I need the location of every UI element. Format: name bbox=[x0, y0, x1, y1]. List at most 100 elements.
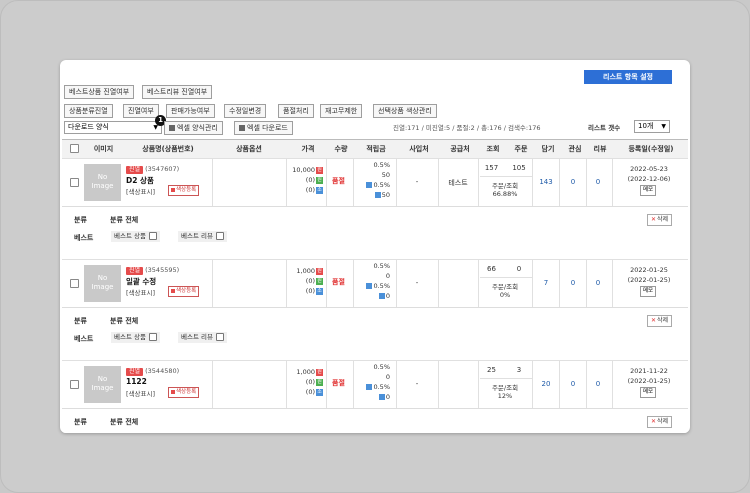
product-thumbnail[interactable]: No Image bbox=[84, 366, 121, 403]
unlimited-stock-button[interactable]: 재고무제한 bbox=[320, 104, 363, 118]
price-mini-icon[interactable]: 원 bbox=[316, 166, 323, 174]
category-value: 분류 전체 bbox=[110, 317, 139, 325]
sale-available-button[interactable]: 판매가능여부 bbox=[166, 104, 215, 118]
col-divider bbox=[212, 360, 213, 408]
no-image-text: Image bbox=[91, 182, 114, 190]
delete-label: 삭제 bbox=[657, 418, 669, 425]
header-reg-date: 등록일(수정일) bbox=[628, 145, 674, 153]
no-image-text: No bbox=[97, 375, 108, 383]
row-settings: 분류 분류 전체 ✕삭제 베스트 베스트 상품 베스트 리뷰 bbox=[62, 206, 688, 252]
price-mini-icon[interactable]: 소 bbox=[316, 186, 323, 194]
price-mini-icon[interactable]: 원 bbox=[316, 368, 323, 376]
color-register-button[interactable]: 색상등록 bbox=[168, 286, 200, 297]
price-mini-icon[interactable]: 원 bbox=[316, 277, 323, 285]
points-cell: 0.5% 0 0.5% 0 bbox=[356, 261, 390, 301]
best-review-toggle[interactable]: 베스트 리뷰 bbox=[178, 332, 227, 343]
price-value: 1,000 bbox=[296, 368, 315, 376]
qty-soldout: 품절 bbox=[332, 379, 345, 387]
cell-divider bbox=[480, 176, 532, 177]
wish-count-link[interactable]: 0 bbox=[560, 279, 586, 287]
header-price: 가격 bbox=[301, 145, 315, 153]
price-mini-icon[interactable]: 원 bbox=[316, 267, 323, 275]
price-sub-b: (0) bbox=[305, 186, 315, 194]
point-icon bbox=[366, 384, 373, 390]
best-product-label: 베스트 상품 bbox=[114, 232, 146, 240]
product-meta: 진열 (3547607) bbox=[126, 165, 179, 174]
best-product-checkbox[interactable] bbox=[148, 232, 157, 240]
review-count-link[interactable]: 0 bbox=[586, 178, 610, 186]
best-review-checkbox[interactable] bbox=[215, 232, 224, 240]
wish-count-link[interactable]: 0 bbox=[560, 380, 586, 388]
row-checkbox[interactable] bbox=[70, 380, 79, 389]
product-number: (3547607) bbox=[145, 165, 180, 173]
col-divider bbox=[286, 259, 287, 307]
product-name-link[interactable]: D2 상품 bbox=[126, 175, 154, 186]
product-meta: 진열 (3545595) bbox=[126, 266, 179, 275]
best-product-display-button[interactable]: 베스트상품 진열여부 bbox=[64, 85, 135, 99]
list-count-label: 리스트 갯수 bbox=[588, 124, 621, 132]
cart-count-link[interactable]: 7 bbox=[533, 279, 559, 287]
memo-button[interactable]: 메모 bbox=[640, 185, 657, 196]
row-checkbox[interactable] bbox=[70, 279, 79, 288]
best-product-toggle[interactable]: 베스트 상품 bbox=[111, 332, 160, 343]
product-name-link[interactable]: 1122 bbox=[126, 377, 147, 386]
best-label: 베스트 bbox=[74, 234, 94, 242]
cart-count-link[interactable]: 20 bbox=[533, 380, 559, 388]
product-thumbnail[interactable]: No Image bbox=[84, 164, 121, 201]
excel-download-button[interactable]: 엑셀 다운로드 bbox=[234, 121, 293, 135]
best-review-toggle[interactable]: 베스트 리뷰 bbox=[178, 231, 227, 242]
review-count-link[interactable]: 0 bbox=[586, 380, 610, 388]
color-register-button[interactable]: 색상등록 bbox=[168, 185, 200, 196]
point-value-2: 0 bbox=[385, 393, 390, 401]
point-percent-2: 0.5% bbox=[373, 181, 390, 189]
list-setting-button[interactable]: 리스트 항목 설정 bbox=[584, 70, 672, 84]
col-divider bbox=[438, 360, 439, 408]
header-cart: 담기 bbox=[541, 145, 555, 153]
delete-button[interactable]: ✕삭제 bbox=[647, 416, 673, 428]
change-mod-date-button[interactable]: 수정일변경 bbox=[224, 104, 267, 118]
select-all-checkbox[interactable] bbox=[70, 144, 79, 153]
best-review-checkbox[interactable] bbox=[215, 333, 224, 341]
delete-button[interactable]: ✕삭제 bbox=[647, 214, 673, 226]
excel-format-manage-button[interactable]: 엑셀 양식관리 bbox=[164, 121, 223, 135]
best-product-checkbox[interactable] bbox=[148, 333, 157, 341]
best-review-display-button[interactable]: 베스트리뷰 진열여부 bbox=[142, 85, 213, 99]
point-value: 50 bbox=[381, 171, 390, 179]
memo-button[interactable]: 메모 bbox=[640, 387, 657, 398]
price-mini-icon[interactable]: 원 bbox=[316, 378, 323, 386]
price-mini-icon[interactable]: 원 bbox=[316, 176, 323, 184]
best-product-toggle[interactable]: 베스트 상품 bbox=[111, 231, 160, 242]
header-product-name: 상품명(상품번호) bbox=[142, 145, 194, 153]
cart-count-link[interactable]: 143 bbox=[533, 178, 559, 186]
wish-count-link[interactable]: 0 bbox=[560, 178, 586, 186]
list-count-select[interactable]: 10개 ▼ bbox=[634, 120, 670, 133]
price-mini-icon[interactable]: 소 bbox=[316, 388, 323, 396]
excel-format-label: 엑셀 양식관리 bbox=[177, 124, 218, 132]
row-checkbox[interactable] bbox=[70, 178, 79, 187]
col-divider bbox=[612, 158, 613, 206]
delete-button[interactable]: ✕삭제 bbox=[647, 315, 673, 327]
selected-color-manage-button[interactable]: 선택상품 색상관리 bbox=[373, 104, 437, 118]
color-register-button[interactable]: 색상등록 bbox=[168, 387, 200, 398]
col-divider bbox=[438, 259, 439, 307]
row-settings: 분류 분류 전체 ✕삭제 베스트 베스트 상품 베스트 리뷰 bbox=[62, 307, 688, 353]
point-icon bbox=[378, 293, 385, 299]
chevron-down-icon: ▼ bbox=[661, 123, 666, 130]
product-thumbnail[interactable]: No Image bbox=[84, 265, 121, 302]
download-format-select[interactable]: 다운로드 양식 ▼ bbox=[64, 121, 162, 134]
soldout-process-button[interactable]: 품절처리 bbox=[278, 104, 314, 118]
col-divider bbox=[353, 360, 354, 408]
col-divider bbox=[212, 158, 213, 206]
product-name-link[interactable]: 일괄 수정 bbox=[126, 276, 156, 287]
product-number: (3544580) bbox=[145, 367, 180, 375]
memo-button[interactable]: 메모 bbox=[640, 286, 657, 297]
point-icon bbox=[378, 394, 385, 400]
header-review: 리뷰 bbox=[593, 145, 607, 153]
best-label: 베스트 bbox=[74, 335, 94, 343]
excel-download-label: 엑셀 다운로드 bbox=[247, 124, 288, 132]
point-percent: 0.5% bbox=[373, 363, 390, 371]
review-count-link[interactable]: 0 bbox=[586, 279, 610, 287]
price-mini-icon[interactable]: 소 bbox=[316, 287, 323, 295]
category-display-button[interactable]: 상품분류진열 bbox=[64, 104, 113, 118]
display-status-button[interactable]: 진열여부 bbox=[123, 104, 159, 118]
